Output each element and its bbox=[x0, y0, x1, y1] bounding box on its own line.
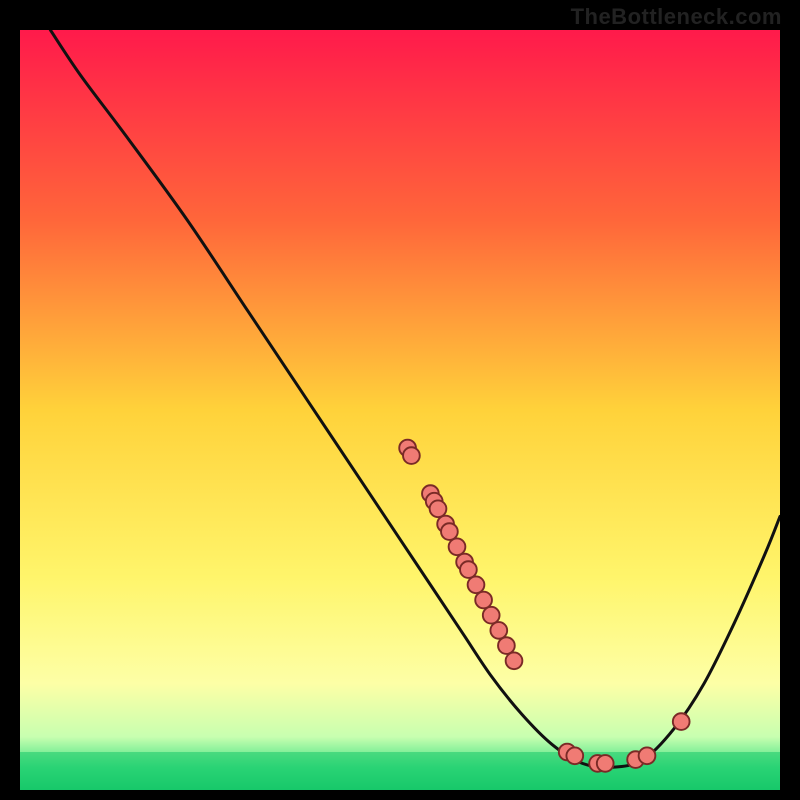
data-marker bbox=[441, 523, 458, 540]
gradient-background bbox=[20, 30, 780, 790]
chart-frame: TheBottleneck.com bbox=[0, 0, 800, 800]
data-marker bbox=[403, 447, 420, 464]
data-marker bbox=[460, 561, 477, 578]
optimal-band bbox=[20, 752, 780, 790]
data-marker bbox=[449, 538, 466, 555]
watermark-text: TheBottleneck.com bbox=[571, 4, 782, 30]
plot-area bbox=[20, 30, 780, 790]
data-marker bbox=[597, 755, 614, 772]
data-marker bbox=[498, 637, 515, 654]
chart-svg bbox=[20, 30, 780, 790]
data-marker bbox=[430, 500, 447, 517]
data-marker bbox=[566, 747, 583, 764]
data-marker bbox=[506, 652, 523, 669]
data-marker bbox=[468, 576, 485, 593]
data-marker bbox=[673, 713, 690, 730]
data-marker bbox=[483, 607, 500, 624]
data-marker bbox=[639, 747, 656, 764]
data-marker bbox=[475, 592, 492, 609]
data-marker bbox=[490, 622, 507, 639]
